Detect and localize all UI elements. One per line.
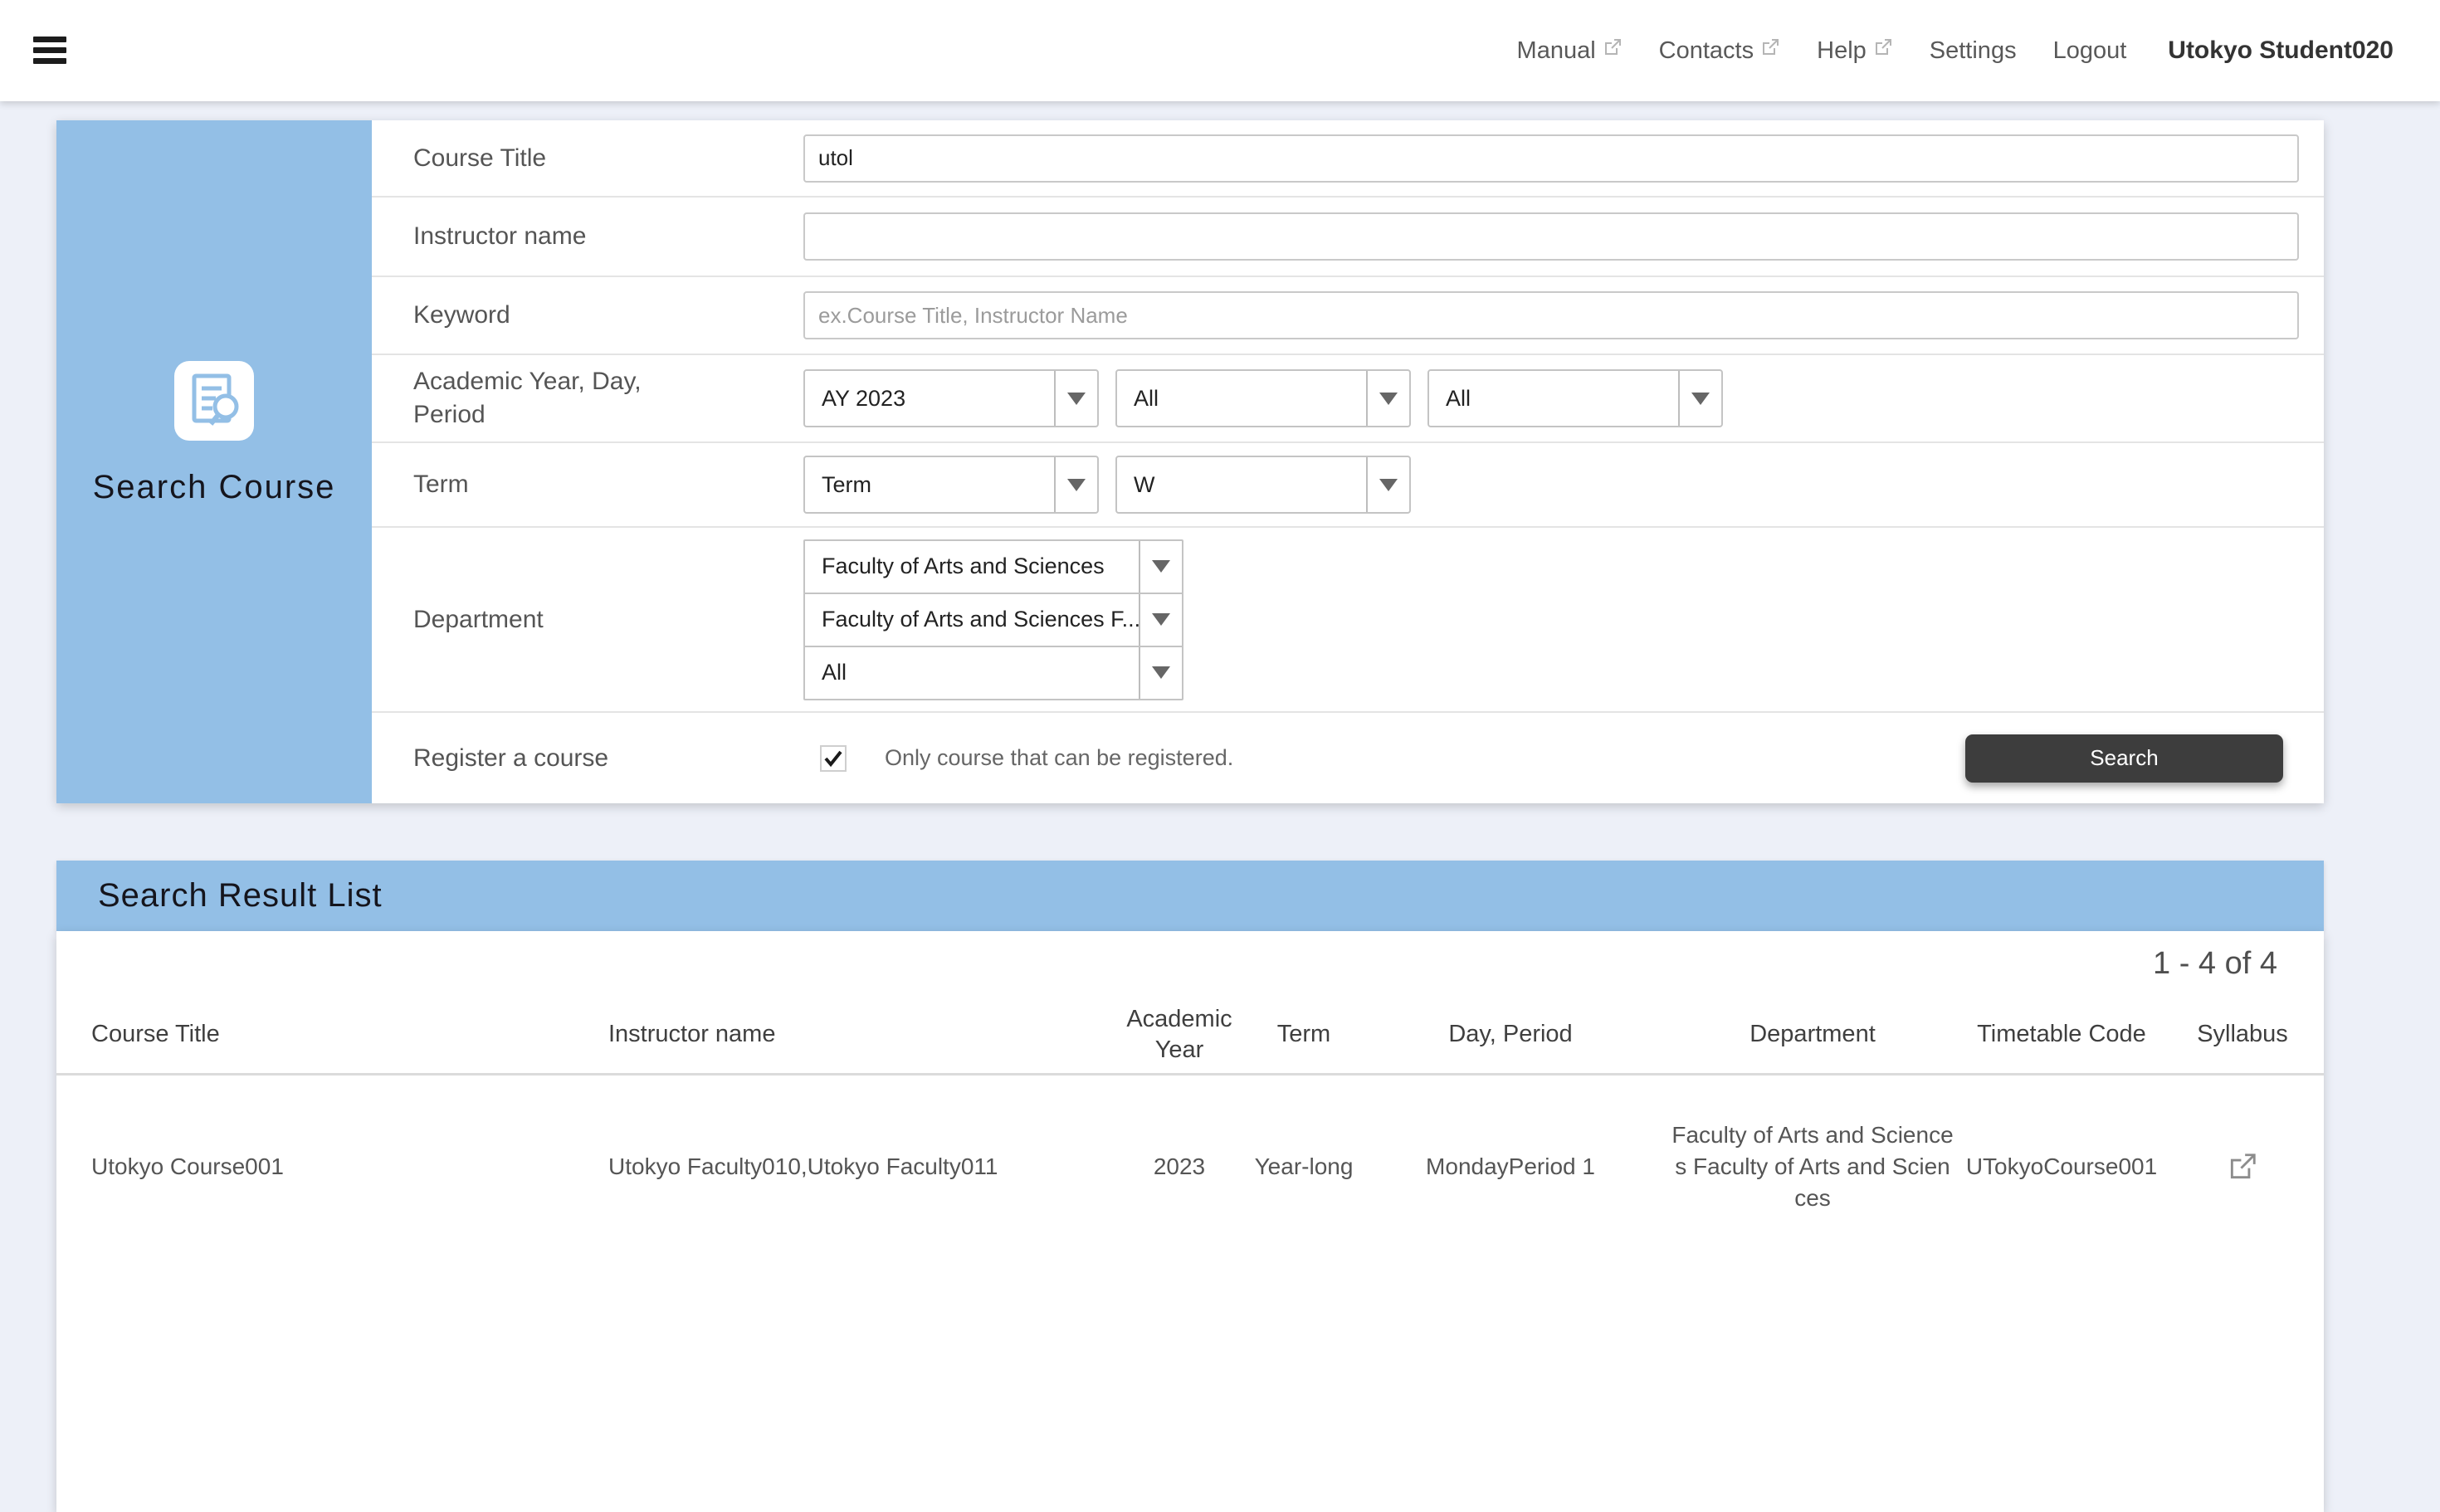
check-icon <box>822 748 844 769</box>
col-timetable-code: Timetable Code <box>1962 1019 2161 1050</box>
table-row: Utokyo Course001 Utokyo Faculty010,Utoky… <box>56 1075 2324 1258</box>
user-name: Utokyo Student020 <box>2168 37 2394 65</box>
col-syllabus: Syllabus <box>2161 1019 2324 1050</box>
register-checkbox-label: Only course that can be registered. <box>885 745 1233 771</box>
results-header-bar: Search Result List <box>56 861 2324 931</box>
syllabus-link[interactable] <box>2161 1151 2324 1183</box>
chevron-down-icon <box>1678 371 1721 426</box>
department-value-3: All <box>805 660 1139 685</box>
day-select[interactable]: All <box>1115 369 1411 427</box>
ay-day-period-label: Academic Year, Day, Period <box>413 365 671 432</box>
col-course-title: Course Title <box>56 1019 608 1050</box>
academic-year-value: AY 2023 <box>805 386 1054 412</box>
instructor-label: Instructor name <box>413 220 671 253</box>
search-course-panel: Search Course <box>56 120 372 803</box>
nav-help[interactable]: Help <box>1817 37 1893 65</box>
department-entry: Faculty of Arts and Sciences <box>1693 1154 1950 1211</box>
course-title-input[interactable] <box>803 134 2299 183</box>
topbar: Manual Contacts Help Settings Logout Uto… <box>0 0 2440 101</box>
form-row-department: Department Faculty of Arts and Sciences … <box>372 528 2324 713</box>
chevron-down-icon <box>1366 457 1409 512</box>
cell-department: Faculty of Arts and Sciences Faculty of … <box>1663 1119 1962 1214</box>
nav-logout-label: Logout <box>2053 37 2127 65</box>
period-value: All <box>1429 386 1678 412</box>
chevron-down-icon <box>1054 371 1097 426</box>
chevron-down-icon <box>1139 541 1182 593</box>
pagination-label: 1 - 4 of 4 <box>56 931 2324 996</box>
course-title-label: Course Title <box>413 142 671 175</box>
results-title: Search Result List <box>56 877 383 915</box>
day-value: All <box>1117 386 1366 412</box>
chevron-down-icon <box>1139 594 1182 646</box>
register-label: Register a course <box>413 742 671 775</box>
term-type-value: Term <box>805 472 1054 498</box>
col-term: Term <box>1250 1019 1358 1050</box>
keyword-input[interactable] <box>803 291 2299 339</box>
academic-year-select[interactable]: AY 2023 <box>803 369 1099 427</box>
col-day-period: Day, Period <box>1358 1019 1663 1050</box>
col-academic-year: Academic Year <box>1109 1004 1250 1066</box>
cell-timetable-code: UTokyoCourse001 <box>1962 1151 2161 1183</box>
form-row-term: Term Term W <box>372 443 2324 528</box>
department-select-2[interactable]: Faculty of Arts and Sciences F... <box>803 593 1183 647</box>
nav-help-label: Help <box>1817 37 1867 65</box>
form-row-ay-day-period: Academic Year, Day, Period AY 2023 All A… <box>372 355 2324 443</box>
nav-manual-label: Manual <box>1517 37 1596 65</box>
search-course-card: Search Course Course Title Instructor na… <box>56 120 2324 803</box>
search-form: Course Title Instructor name Keyword Aca… <box>372 120 2324 803</box>
nav-manual[interactable]: Manual <box>1517 37 1623 65</box>
cell-academic-year: 2023 <box>1109 1151 1250 1183</box>
external-link-icon <box>1603 37 1623 57</box>
department-label: Department <box>413 603 671 637</box>
nav-logout[interactable]: Logout <box>2053 37 2127 65</box>
external-link-icon <box>2227 1151 2258 1183</box>
chevron-down-icon <box>1139 647 1182 699</box>
cell-instructor-name: Utokyo Faculty010,Utokyo Faculty011 <box>608 1151 1109 1183</box>
top-navigation: Manual Contacts Help Settings Logout Uto… <box>1517 0 2394 101</box>
form-row-instructor: Instructor name <box>372 198 2324 277</box>
search-course-icon <box>174 361 254 441</box>
chevron-down-icon <box>1054 457 1097 512</box>
cell-term: Year-long <box>1250 1151 1358 1183</box>
department-value-2: Faculty of Arts and Sciences F... <box>805 607 1139 632</box>
register-checkbox[interactable] <box>820 745 847 772</box>
search-button[interactable]: Search <box>1965 734 2283 783</box>
external-link-icon <box>1760 37 1780 57</box>
cell-day-period: MondayPeriod 1 <box>1358 1151 1663 1183</box>
keyword-label: Keyword <box>413 299 671 332</box>
col-department: Department <box>1663 1019 1962 1050</box>
results-table-header: Course Title Instructor name Academic Ye… <box>56 996 2324 1075</box>
nav-settings[interactable]: Settings <box>1930 37 2017 65</box>
external-link-icon <box>1873 37 1893 57</box>
form-row-register: Register a course Only course that can b… <box>372 713 2324 803</box>
nav-contacts-label: Contacts <box>1659 37 1754 65</box>
term-value: W <box>1117 472 1366 498</box>
nav-contacts[interactable]: Contacts <box>1659 37 1780 65</box>
term-value-select[interactable]: W <box>1115 456 1411 514</box>
results-card: 1 - 4 of 4 Course Title Instructor name … <box>56 931 2324 1512</box>
department-value-1: Faculty of Arts and Sciences <box>805 554 1139 579</box>
panel-title: Search Course <box>56 469 372 506</box>
col-instructor-name: Instructor name <box>608 1019 1109 1050</box>
instructor-input[interactable] <box>803 212 2299 261</box>
form-row-keyword: Keyword <box>372 277 2324 355</box>
term-type-select[interactable]: Term <box>803 456 1099 514</box>
department-select-1[interactable]: Faculty of Arts and Sciences <box>803 539 1183 594</box>
menu-icon[interactable] <box>33 37 66 64</box>
period-select[interactable]: All <box>1427 369 1723 427</box>
form-row-course-title: Course Title <box>372 120 2324 198</box>
department-select-3[interactable]: All <box>803 646 1183 700</box>
term-label: Term <box>413 468 671 501</box>
cell-course-title[interactable]: Utokyo Course001 <box>56 1151 608 1183</box>
chevron-down-icon <box>1366 371 1409 426</box>
nav-settings-label: Settings <box>1930 37 2017 65</box>
